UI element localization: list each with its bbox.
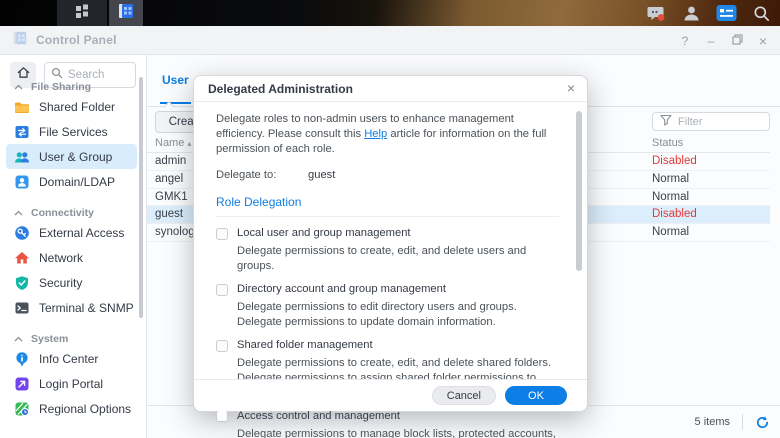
help-link[interactable]: Help [364, 128, 387, 140]
window-title: Control Panel [36, 33, 117, 47]
user-group-icon [14, 149, 30, 165]
taskbar-tray [645, 0, 772, 26]
checkbox-directory-account-management[interactable] [216, 283, 228, 296]
close-button[interactable]: × [756, 33, 770, 49]
notifications-icon[interactable] [645, 2, 667, 24]
dialog-intro: Delegate roles to non-admin users to enh… [216, 113, 547, 155]
refresh-icon [756, 415, 768, 428]
sidebar-item-login-portal[interactable]: Login Portal [6, 371, 137, 396]
sidebar-item-regional-options[interactable]: Regional Options [6, 396, 137, 421]
tab-user[interactable]: User [160, 73, 191, 104]
column-header-status[interactable]: Status [652, 137, 683, 149]
role-item: Access control and management Delegate p… [216, 409, 559, 438]
delegate-to-value: guest [308, 169, 336, 181]
sidebar-nav: File Sharing Shared Folder File Services… [6, 80, 137, 421]
delegate-to-label: Delegate to: [216, 169, 277, 181]
minimize-button[interactable]: – [704, 34, 718, 48]
delegate-to-row: Delegate to: guest [216, 168, 559, 183]
section-connectivity[interactable]: Connectivity [6, 206, 137, 220]
section-file-sharing[interactable]: File Sharing [6, 80, 137, 94]
checkbox-local-user-management[interactable] [216, 227, 228, 240]
sidebar-item-external-access[interactable]: External Access [6, 220, 137, 245]
filter-input[interactable] [678, 115, 758, 128]
statusbar-divider [742, 414, 743, 430]
sidebar-item-security[interactable]: Security [6, 270, 137, 295]
sidebar-item-info-center[interactable]: Info Center [6, 346, 137, 371]
screen: Control Panel ? – × Search File Sharing … [0, 0, 780, 438]
sidebar-item-file-services[interactable]: File Services [6, 119, 137, 144]
sidebar-item-terminal-snmp[interactable]: Terminal & SNMP [6, 295, 137, 320]
filter-box [652, 112, 770, 131]
grid-icon [74, 3, 90, 24]
sidebar-item-shared-folder[interactable]: Shared Folder [6, 94, 137, 119]
role-delegation-heading: Role Delegation [216, 195, 302, 209]
regional-options-icon [14, 401, 30, 417]
widgets-icon[interactable] [715, 2, 737, 24]
maximize-button[interactable] [730, 33, 744, 48]
role-item: Local user and group management Delegate… [216, 226, 559, 273]
terminal-icon [14, 300, 30, 316]
taskbar-control-panel-button[interactable] [109, 0, 143, 26]
window-titlebar: Control Panel ? – × [0, 26, 780, 55]
dialog-footer: Cancel OK [194, 379, 587, 411]
filter-funnel-icon [660, 113, 672, 131]
help-button[interactable]: ? [678, 34, 692, 48]
column-header-name[interactable]: Name ▴ [155, 137, 191, 149]
dialog-scrollbar[interactable] [576, 111, 582, 271]
security-shield-icon [14, 275, 30, 291]
login-portal-icon [14, 376, 30, 392]
sidebar-item-user-and-group[interactable]: User & Group [6, 144, 137, 169]
info-center-icon [14, 351, 30, 367]
file-services-icon [14, 124, 30, 140]
dialog-close-icon[interactable]: × [567, 81, 575, 95]
sidebar-scrollbar[interactable] [139, 77, 143, 318]
section-divider [216, 216, 559, 217]
chevron-up-icon [14, 210, 23, 216]
ok-button[interactable]: OK [505, 386, 567, 405]
cancel-button[interactable]: Cancel [431, 386, 496, 405]
window-app-icon [12, 30, 28, 51]
domain-ldap-icon [14, 174, 30, 190]
sidebar: File Sharing Shared Folder [0, 55, 147, 438]
external-access-icon [14, 225, 30, 241]
control-panel-icon [117, 2, 135, 25]
user-account-icon[interactable] [680, 2, 702, 24]
chevron-up-icon [14, 336, 23, 342]
refresh-button[interactable] [752, 412, 772, 432]
search-icon[interactable] [750, 2, 772, 24]
control-panel-window: Control Panel ? – × Search File Sharing … [0, 26, 780, 438]
section-system[interactable]: System [6, 332, 137, 346]
sidebar-item-network[interactable]: Network [6, 245, 137, 270]
sort-asc-icon: ▴ [187, 139, 192, 148]
network-icon [14, 250, 30, 266]
checkbox-shared-folder-management[interactable] [216, 339, 228, 352]
sidebar-item-domain-ldap[interactable]: Domain/LDAP [6, 169, 137, 194]
chevron-up-icon [14, 84, 23, 90]
checkbox-access-control-management[interactable] [216, 410, 228, 422]
role-item: Directory account and group management D… [216, 282, 559, 329]
app-launcher-button[interactable] [57, 0, 107, 26]
items-count: 5 items [694, 416, 730, 428]
dialog-title: Delegated Administration [194, 76, 587, 102]
shared-folder-icon [14, 99, 30, 115]
taskbar [0, 0, 780, 26]
delegated-administration-dialog: Delegated Administration × Delegate role… [193, 75, 588, 438]
window-controls: ? – × [678, 26, 770, 55]
